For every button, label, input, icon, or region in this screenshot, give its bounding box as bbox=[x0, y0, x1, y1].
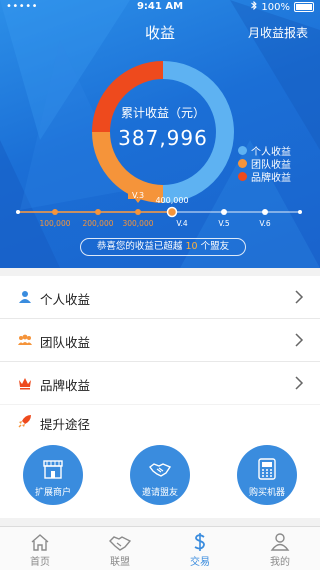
level-point-label: 300,000 bbox=[122, 219, 153, 228]
level-current-dot bbox=[166, 206, 178, 218]
expand-merchants-button[interactable]: 扩展商户 bbox=[23, 445, 83, 505]
status-bar: ••••• 9:41 AM 100% bbox=[0, 0, 320, 14]
track-end bbox=[298, 210, 302, 214]
action-label: 扩展商户 bbox=[34, 488, 71, 498]
battery-icon bbox=[294, 2, 314, 12]
level-point-label: V.5 bbox=[218, 219, 230, 228]
handshake-icon bbox=[149, 463, 171, 477]
tab-label: 联盟 bbox=[110, 557, 130, 568]
battery-percent: 100% bbox=[261, 1, 290, 13]
tab-home[interactable]: 首页 bbox=[0, 527, 80, 570]
action-label: 购买机器 bbox=[248, 488, 285, 498]
status-right: 100% bbox=[251, 0, 314, 13]
chevron-right-icon bbox=[295, 376, 304, 390]
person-icon bbox=[19, 291, 31, 303]
promotion-section: 提升途径 扩展商户 邀请盟友 购买机器 bbox=[0, 405, 320, 518]
chevron-right-icon bbox=[295, 333, 304, 347]
rocket-icon bbox=[18, 415, 31, 428]
legend-item-brand: 品牌收益 bbox=[238, 170, 291, 184]
tab-trade[interactable]: 交易 bbox=[160, 527, 240, 570]
level-point-label: V.6 bbox=[259, 219, 271, 228]
pos-machine-icon bbox=[258, 458, 276, 480]
legend-dot bbox=[238, 172, 247, 181]
level-dot bbox=[221, 209, 227, 215]
title-bar: 收益 月收益报表 bbox=[0, 22, 320, 46]
tab-label: 首页 bbox=[30, 557, 50, 568]
level-dot bbox=[135, 209, 141, 215]
ranking-suffix: 个盟友 bbox=[200, 241, 230, 252]
store-icon bbox=[43, 460, 63, 479]
menu-item-label: 团队收益 bbox=[40, 335, 91, 350]
monthly-report-link[interactable]: 月收益报表 bbox=[248, 24, 308, 41]
ranking-prefix: 恭喜您的收益已超越 bbox=[96, 241, 183, 252]
ranking-count: 10 bbox=[185, 241, 198, 252]
earnings-menu: 个人收益 团队收益 品牌收益 bbox=[0, 276, 320, 404]
dollar-icon bbox=[194, 533, 205, 551]
level-dot bbox=[52, 209, 58, 215]
bluetooth-icon bbox=[251, 0, 258, 13]
current-threshold-label: 400,000 bbox=[155, 196, 188, 205]
crown-icon bbox=[19, 378, 31, 390]
action-label: 邀请盟友 bbox=[141, 488, 178, 498]
level-point-label: V.4 bbox=[176, 219, 188, 228]
earnings-hero: ••••• 9:41 AM 100% 收益 月收益报表 累计收益（元） 387,… bbox=[0, 0, 320, 268]
promotion-header: 提升途径 bbox=[18, 413, 90, 432]
menu-item-label: 品牌收益 bbox=[40, 378, 91, 393]
menu-item-personal-earnings[interactable]: 个人收益 bbox=[0, 276, 320, 319]
menu-item-team-earnings[interactable]: 团队收益 bbox=[0, 319, 320, 362]
level-point-label: 200,000 bbox=[82, 219, 113, 228]
legend-label: 品牌收益 bbox=[251, 173, 291, 184]
buy-machine-button[interactable]: 购买机器 bbox=[237, 445, 297, 505]
track-start bbox=[16, 210, 20, 214]
current-level-label: V.3 bbox=[132, 191, 144, 200]
tab-label: 交易 bbox=[190, 557, 210, 568]
profile-icon bbox=[270, 533, 290, 551]
level-point-label: 100,000 bbox=[39, 219, 70, 228]
ranking-badge: 恭喜您的收益已超越 10 个盟友 bbox=[80, 238, 246, 256]
chart-legend: 个人收益 团队收益 品牌收益 bbox=[238, 144, 291, 184]
legend-dot bbox=[238, 159, 247, 168]
tab-label: 我的 bbox=[270, 557, 290, 568]
donut-center: 累计收益（元） 387,996 bbox=[91, 60, 235, 204]
current-level-marker: V.3 bbox=[128, 190, 148, 203]
level-dot bbox=[262, 209, 268, 215]
level-dot bbox=[95, 209, 101, 215]
bottom-tab-bar: 首页 联盟 交易 我的 bbox=[0, 526, 320, 570]
alliance-icon bbox=[109, 536, 131, 551]
tab-alliance[interactable]: 联盟 bbox=[80, 527, 160, 570]
total-earnings-value: 387,996 bbox=[118, 126, 208, 150]
tab-profile[interactable]: 我的 bbox=[240, 527, 320, 570]
team-icon bbox=[18, 334, 32, 345]
menu-item-brand-earnings[interactable]: 品牌收益 bbox=[0, 362, 320, 404]
legend-dot bbox=[238, 146, 247, 155]
total-earnings-label: 累计收益（元） bbox=[120, 106, 205, 120]
invite-allies-button[interactable]: 邀请盟友 bbox=[130, 445, 190, 505]
promotion-title: 提升途径 bbox=[40, 417, 91, 432]
chevron-right-icon bbox=[295, 290, 304, 304]
menu-item-label: 个人收益 bbox=[40, 292, 91, 307]
home-icon bbox=[31, 534, 49, 551]
level-progress-track: V.3 400,000 100,000 200,000 300,000 V.4 … bbox=[16, 190, 302, 228]
